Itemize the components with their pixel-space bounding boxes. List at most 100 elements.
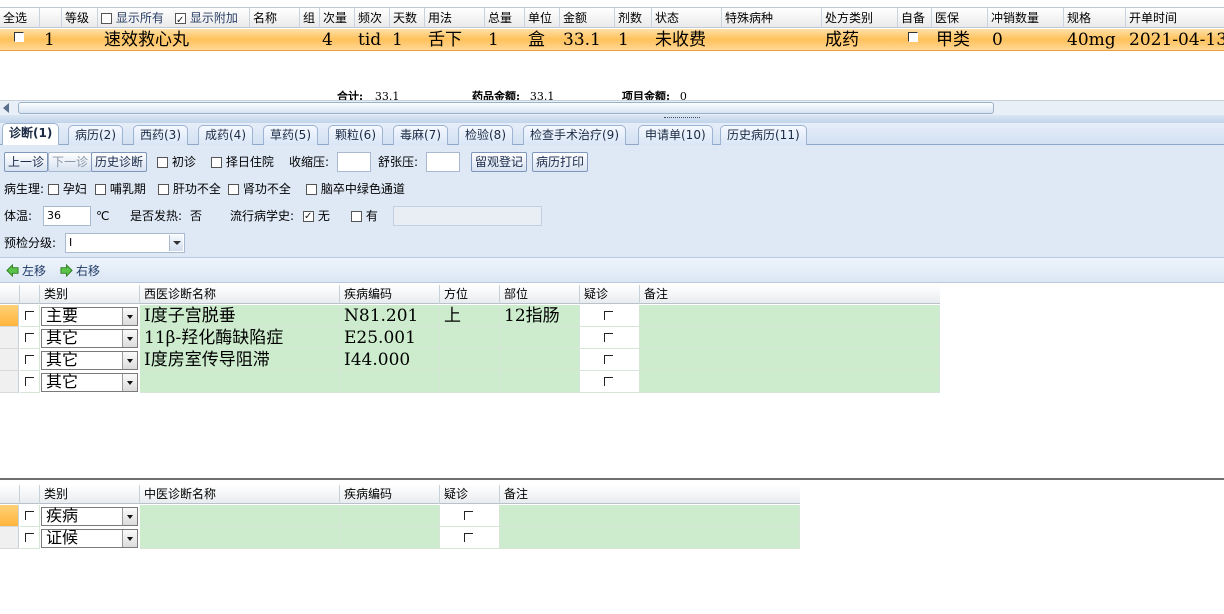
epi-none-option[interactable]: 无: [303, 208, 330, 225]
table-row[interactable]: 证候: [0, 527, 800, 549]
print-record-button[interactable]: 病历打印: [532, 152, 589, 172]
tab-exam-surgery[interactable]: 检查手术治疗(9): [523, 125, 626, 145]
type-select[interactable]: 其它: [41, 372, 138, 392]
row-check[interactable]: [20, 327, 40, 349]
suspected-check[interactable]: [440, 527, 500, 549]
row-indicator[interactable]: [0, 327, 19, 349]
first-visit-checkbox[interactable]: [157, 157, 168, 168]
tab-western-medicine[interactable]: 西药(3): [133, 125, 188, 145]
disease-code-cell[interactable]: E25.001: [340, 327, 440, 349]
self-provided-checkbox[interactable]: [908, 25, 918, 47]
western-name-cell[interactable]: 11β-羟化酶缺陷症: [140, 327, 340, 349]
tab-history-record[interactable]: 历史病历(11): [720, 125, 807, 145]
row-checkbox[interactable]: [14, 25, 24, 47]
remark-cell[interactable]: [640, 371, 940, 393]
move-right-button[interactable]: 右移: [60, 262, 100, 279]
remark-cell[interactable]: [640, 327, 940, 349]
chevron-down-icon[interactable]: [122, 308, 137, 325]
row-check[interactable]: [20, 305, 40, 327]
tab-lab-test[interactable]: 检验(8): [458, 125, 513, 145]
disease-code-cell[interactable]: [340, 371, 440, 393]
splitter-grip-icon[interactable]: [664, 117, 700, 120]
stroke-checkbox[interactable]: [306, 184, 317, 195]
disease-code-cell[interactable]: [340, 527, 440, 549]
type-select[interactable]: 证候: [41, 528, 138, 548]
temperature-input[interactable]: 36: [43, 206, 91, 226]
table-row[interactable]: 疾病: [0, 505, 800, 527]
table-row[interactable]: 其它: [0, 371, 940, 393]
prescription-row[interactable]: 1 速效救心丸 4 tid 1 舌下 1 盒 33.1 1 未收费 成药 甲类 …: [0, 29, 1224, 51]
tab-application[interactable]: 申请单(10): [638, 125, 713, 145]
stroke-option[interactable]: 脑卒中绿色通道: [306, 181, 405, 197]
row-check[interactable]: [20, 349, 40, 371]
remark-cell[interactable]: [640, 305, 940, 327]
show-extra-checkbox[interactable]: [175, 11, 186, 28]
row-indicator[interactable]: [0, 305, 19, 327]
epi-has-option[interactable]: 有: [351, 208, 378, 224]
systolic-input[interactable]: [337, 152, 371, 172]
direction-cell[interactable]: [440, 371, 500, 393]
row-indicator[interactable]: [0, 349, 19, 371]
suspected-check[interactable]: [580, 371, 640, 393]
show-all-checkbox[interactable]: [101, 13, 112, 24]
western-name-cell[interactable]: Ⅰ度房室传导阻滞: [140, 349, 340, 371]
tab-narcotic[interactable]: 毒麻(7): [393, 125, 448, 145]
corner-select-icon[interactable]: [0, 485, 20, 504]
row-indicator[interactable]: [0, 371, 19, 393]
corner-select-icon[interactable]: [0, 285, 20, 304]
suspected-check[interactable]: [580, 305, 640, 327]
lactation-checkbox[interactable]: [95, 184, 106, 195]
site-cell[interactable]: [500, 371, 580, 393]
row-indicator[interactable]: [0, 505, 19, 527]
remark-cell[interactable]: [640, 349, 940, 371]
site-cell[interactable]: [500, 327, 580, 349]
kidney-option[interactable]: 肾功不全: [228, 181, 291, 197]
chevron-down-icon[interactable]: [122, 352, 137, 369]
chevron-down-icon[interactable]: [122, 530, 137, 547]
table-row[interactable]: 主要 Ⅰ度子宫脱垂 N81.201 上 12指肠: [0, 305, 940, 327]
suspected-check[interactable]: [440, 505, 500, 527]
triage-select[interactable]: I: [65, 233, 185, 253]
chevron-down-icon[interactable]: [122, 330, 137, 347]
direction-cell[interactable]: [440, 327, 500, 349]
epidemiology-detail-input[interactable]: [393, 206, 542, 226]
lactation-option[interactable]: 哺乳期: [95, 181, 146, 197]
suspected-check[interactable]: [580, 327, 640, 349]
table-row[interactable]: 其它 11β-羟化酶缺陷症 E25.001: [0, 327, 940, 349]
kidney-checkbox[interactable]: [228, 184, 239, 195]
liver-checkbox[interactable]: [158, 184, 169, 195]
show-extra-toggle[interactable]: 显示附加: [172, 8, 250, 28]
tab-medical-record[interactable]: 病历(2): [68, 125, 123, 145]
scroll-left-icon[interactable]: [3, 103, 9, 113]
panel-splitter[interactable]: [0, 115, 1224, 123]
epi-has-checkbox[interactable]: [351, 211, 362, 222]
type-select[interactable]: 疾病: [41, 506, 138, 526]
diastolic-input[interactable]: [426, 152, 460, 172]
next-visit-button[interactable]: 下一诊: [48, 152, 93, 172]
disease-code-cell[interactable]: N81.201: [340, 305, 440, 327]
type-select[interactable]: 其它: [41, 350, 138, 370]
site-cell[interactable]: [500, 349, 580, 371]
western-name-cell[interactable]: [140, 371, 340, 393]
chevron-down-icon[interactable]: [169, 235, 183, 251]
horizontal-scrollbar[interactable]: [0, 100, 1224, 115]
pregnant-option[interactable]: 孕妇: [48, 181, 87, 197]
liver-option[interactable]: 肝功不全: [158, 181, 221, 197]
chinese-name-cell[interactable]: [140, 505, 340, 527]
disease-code-cell[interactable]: I44.000: [340, 349, 440, 371]
tab-granule[interactable]: 颗粒(6): [328, 125, 383, 145]
tab-patent-medicine[interactable]: 成药(4): [198, 125, 253, 145]
row-check[interactable]: [20, 371, 40, 393]
first-visit-option[interactable]: 初诊: [157, 154, 196, 170]
chevron-down-icon[interactable]: [122, 508, 137, 525]
suspected-check[interactable]: [580, 349, 640, 371]
remark-cell[interactable]: [500, 527, 800, 549]
type-select[interactable]: 主要: [41, 306, 138, 326]
direction-cell[interactable]: [440, 349, 500, 371]
scroll-thumb[interactable]: [18, 102, 994, 114]
row-check[interactable]: [20, 527, 40, 549]
show-all-toggle[interactable]: 显示所有: [98, 8, 170, 28]
table-row[interactable]: 其它 Ⅰ度房室传导阻滞 I44.000: [0, 349, 940, 371]
tab-herbal[interactable]: 草药(5): [263, 125, 318, 145]
remark-cell[interactable]: [500, 505, 800, 527]
